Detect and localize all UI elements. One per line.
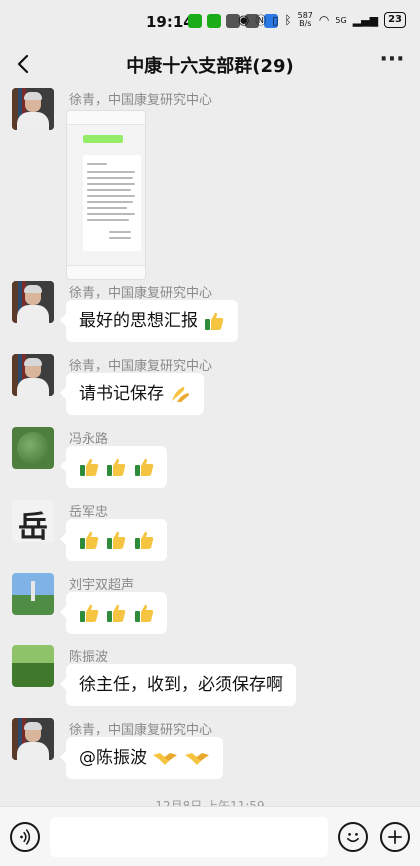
message-text: 最好的思想汇报 (79, 311, 198, 331)
plus-icon[interactable] (380, 822, 410, 852)
wifi-icon: ◠ (318, 13, 330, 27)
status-system-icons: ◉ Ⓝ ▯ ᛒ 587 B/s ◠ 5G ▂▄▆ 23 (238, 12, 406, 28)
thumbs-up-icon (134, 531, 154, 549)
thumbs-up-icon (107, 604, 126, 622)
input-bar (0, 806, 420, 866)
avatar[interactable] (12, 573, 54, 615)
avatar[interactable] (12, 354, 54, 396)
chat-title: 中康十六支部群(29) (126, 56, 294, 77)
sender-name: 徐青，中国康复研究中心 (69, 286, 213, 301)
avatar[interactable]: 岳 (12, 500, 54, 542)
vibrate-icon: ▯ (272, 13, 279, 27)
message-item: 徐青，中国康复研究中心 最好的思想汇报 (0, 281, 420, 343)
message-bubble[interactable]: 请书记保存 (59, 373, 205, 415)
handshake-icon (153, 753, 178, 765)
bluetooth-icon: ᛒ (284, 13, 292, 27)
thumbs-up-icon (107, 531, 126, 549)
more-options-icon[interactable]: ··· (378, 49, 406, 78)
avatar-character: 岳 (18, 510, 48, 542)
avatar[interactable] (12, 718, 54, 760)
message-item: 徐青，中国康复研究中心 (0, 88, 420, 280)
message-input[interactable] (50, 817, 328, 857)
hands-icon (172, 387, 190, 402)
network-speed-unit: B/s (299, 19, 312, 28)
avatar[interactable] (12, 645, 54, 687)
message-bubble[interactable]: @陈振波 (60, 737, 223, 779)
battery-indicator: 23 (384, 12, 406, 28)
status-bar: 19:14 ◉ Ⓝ ▯ ᛒ 587 B/s ◠ 5G ▂▄▆ 23 (0, 0, 420, 44)
message-bubble[interactable] (60, 446, 167, 488)
thumbs-up-icon (80, 604, 99, 622)
sender-name: 徐青，中国康复研究中心 (69, 93, 213, 108)
thumbs-up-icon (80, 531, 99, 549)
nfc-icon: Ⓝ (255, 14, 267, 27)
network-speed: 587 B/s (298, 12, 313, 28)
avatar[interactable] (12, 427, 54, 469)
thumbs-up-icon (205, 312, 224, 330)
thumbs-up-icon (134, 458, 154, 476)
message-item: 陈振波 徐主任，收到，必须保存啊 (0, 645, 420, 707)
chat-header: 中康十六支部群(29) ··· (0, 44, 420, 84)
message-bubble[interactable] (60, 592, 167, 634)
sender-name: 刘宇双超声 (69, 578, 135, 593)
message-item: 刘宇双超声 (0, 573, 420, 635)
handshake-icon (184, 753, 209, 765)
sender-name: 冯永路 (69, 432, 109, 447)
avatar[interactable] (12, 281, 54, 323)
message-text: @陈振波 (79, 748, 153, 768)
image-message[interactable] (66, 110, 146, 280)
message-item: 徐青，中国康复研究中心 请书记保存 (0, 354, 420, 416)
message-bubble[interactable]: 最好的思想汇报 (59, 300, 239, 342)
voice-input-icon[interactable] (10, 822, 40, 852)
message-bubble[interactable] (60, 519, 167, 561)
message-item: 徐青，中国康复研究中心 @陈振波 (0, 718, 420, 780)
signal-icon: ▂▄▆ (352, 13, 379, 27)
thumbs-up-icon (80, 458, 99, 476)
message-notify-icon (207, 14, 221, 28)
back-chevron-icon[interactable] (10, 50, 38, 78)
avatar[interactable] (12, 88, 54, 130)
sender-name: 徐青，中国康复研究中心 (69, 723, 213, 738)
message-text: 请书记保存 (79, 384, 164, 404)
eye-icon: ◉ (238, 12, 250, 28)
message-item: 冯永路 (0, 427, 420, 489)
message-item: 岳 岳军忠 (0, 500, 420, 562)
sender-name: 陈振波 (69, 650, 109, 665)
status-time: 19:14 (146, 13, 194, 31)
message-text: 徐主任，收到，必须保存啊 (79, 675, 283, 695)
sender-name: 岳军忠 (69, 505, 109, 520)
thumbs-up-icon (107, 458, 126, 476)
wechat-notify-icon (188, 14, 202, 28)
emoji-icon[interactable] (338, 822, 368, 852)
signal-label: 5G (335, 15, 347, 25)
sender-name: 徐青，中国康复研究中心 (69, 359, 213, 374)
thumbs-up-icon (134, 604, 154, 622)
message-bubble[interactable]: 徐主任，收到，必须保存啊 (60, 664, 296, 706)
